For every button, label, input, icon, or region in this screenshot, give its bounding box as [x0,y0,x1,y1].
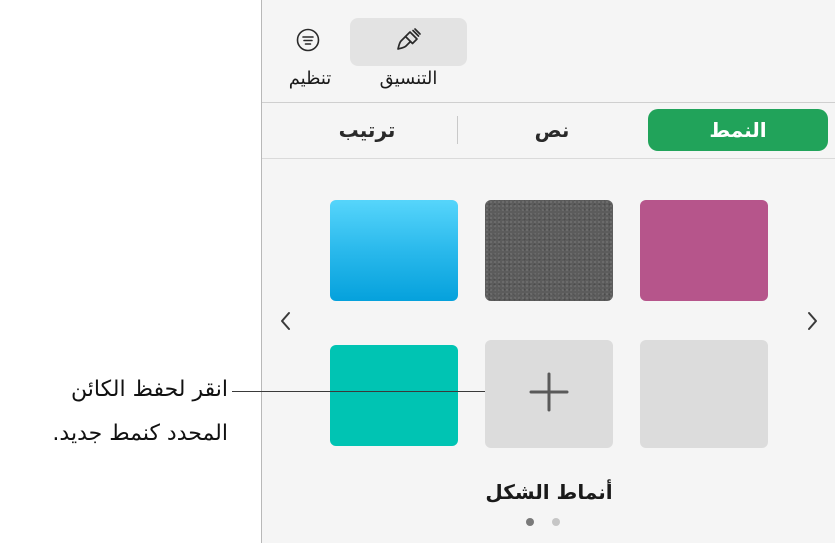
next-page-arrow[interactable] [798,308,828,338]
previous-page-arrow[interactable] [270,308,300,338]
format-inspector-sidebar: التنسيق تنظيم النمط نص ترتيب أنماط الشكل [261,0,835,543]
format-label: التنسيق [379,68,438,89]
filter-lines-icon [296,28,320,56]
callout-line-1: انقر لحفظ الكائن [71,377,228,402]
chevron-right-icon [806,310,820,336]
inspector-tabs: النمط نص ترتيب [262,103,835,159]
page-indicator[interactable] [526,518,560,526]
tab-text[interactable]: نص [468,109,636,151]
arrange-label: تنظيم [288,68,332,89]
style-swatch-gray-textured[interactable] [485,200,613,301]
tabs-divider [262,158,835,159]
style-swatch-empty[interactable] [640,340,768,448]
style-swatch-teal[interactable] [330,345,458,446]
callout-text: انقر لحفظ الكائن المحدد كنمط جديد. [0,368,228,456]
shape-styles-title: أنماط الشكل [485,480,613,504]
page-dot-2[interactable] [552,518,560,526]
arrange-button[interactable] [284,18,332,66]
tab-divider [457,116,458,144]
callout-leader-line [232,391,485,392]
format-button[interactable] [350,18,467,66]
add-style-button[interactable] [485,340,613,448]
callout-line-2: المحدد كنمط جديد. [52,421,228,446]
paintbrush-icon [396,27,422,57]
style-swatch-blue-gradient[interactable] [330,200,458,301]
tab-arrange[interactable]: ترتيب [282,109,452,151]
tab-style[interactable]: النمط [648,109,828,151]
page-dot-1[interactable] [526,518,534,526]
plus-icon [527,370,571,418]
style-swatch-pink[interactable] [640,200,768,301]
chevron-left-icon [278,310,292,336]
